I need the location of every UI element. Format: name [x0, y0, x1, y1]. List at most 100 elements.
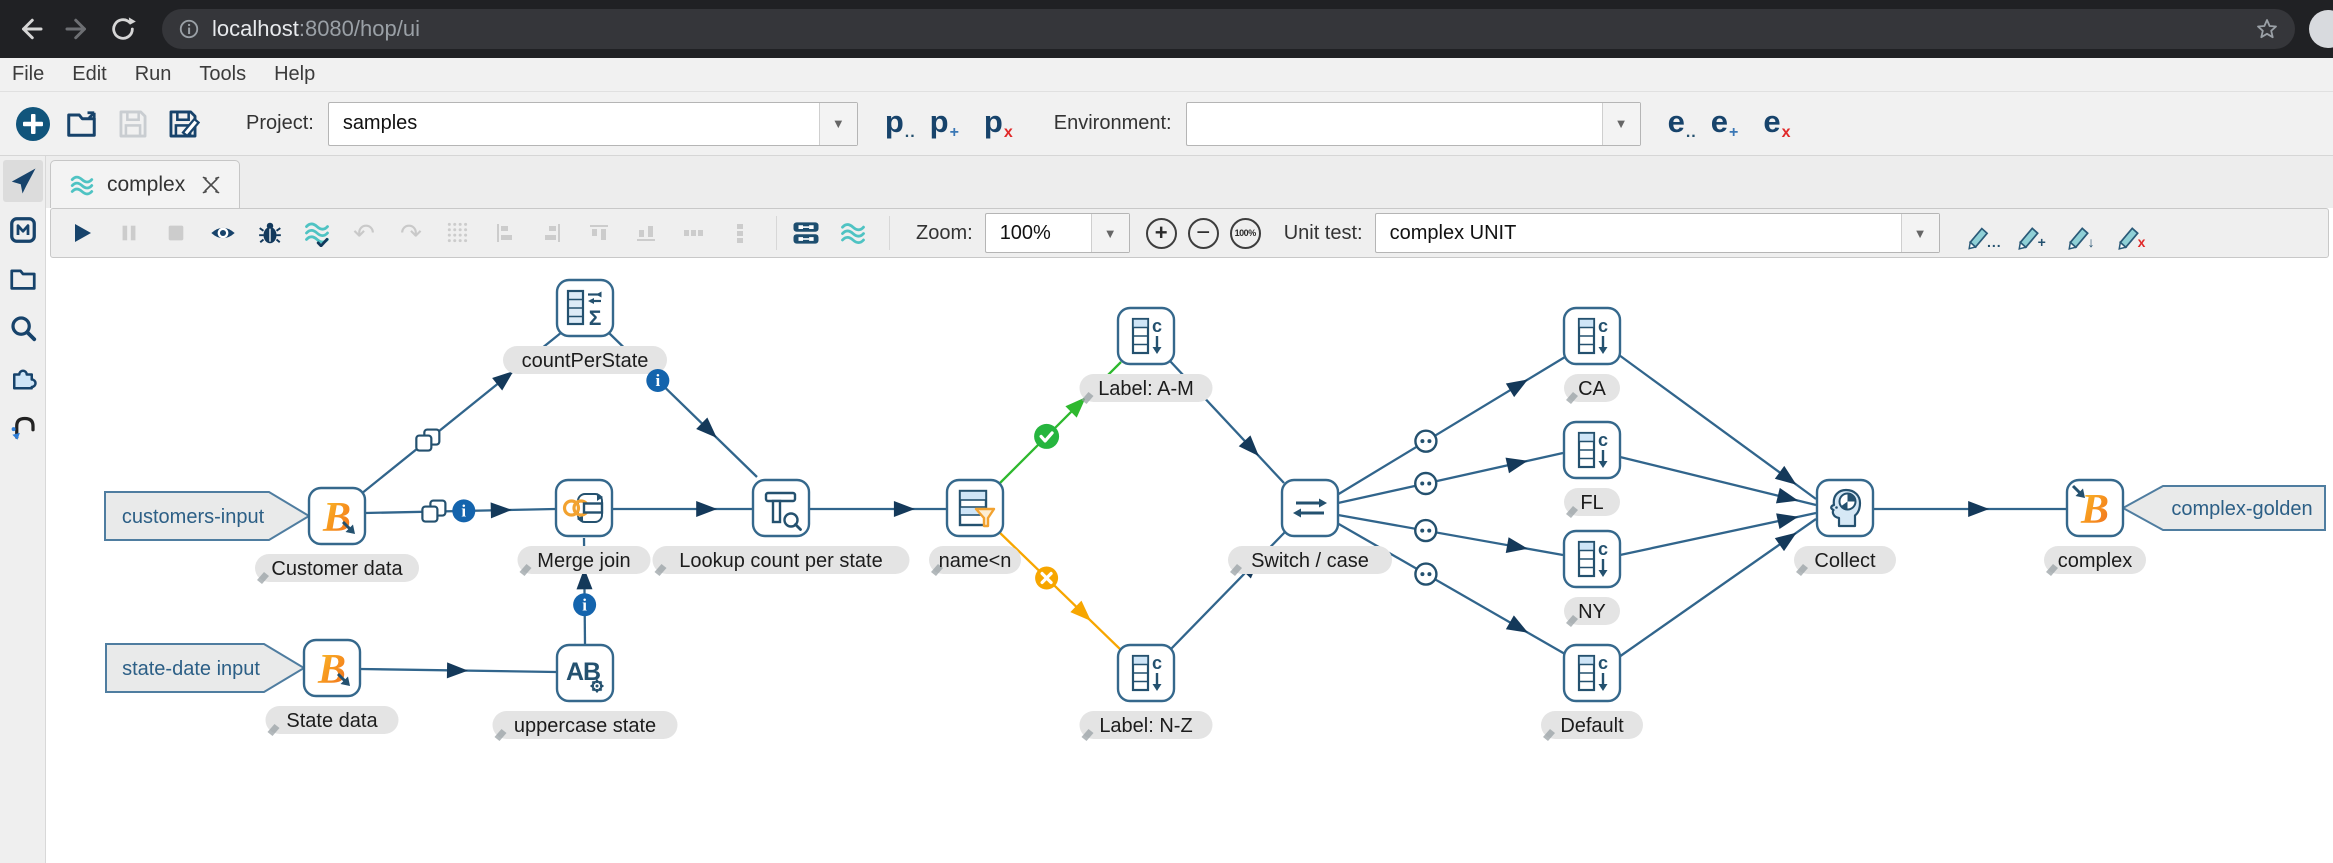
sidebar-file-explorer-perspective[interactable]	[3, 258, 43, 300]
transform-label-label-a-m[interactable]: Label: A-M	[1080, 374, 1213, 404]
project-edit-button[interactable]: p..	[885, 106, 916, 142]
edit-pipeline-button[interactable]	[838, 218, 868, 248]
copy-rows-badge[interactable]	[422, 501, 445, 522]
zoom-out-button[interactable]: −	[1188, 218, 1219, 249]
new-file-button[interactable]	[12, 103, 54, 145]
transform-label-label-n-z[interactable]: Label: N-Z	[1080, 711, 1213, 741]
pause-button[interactable]	[114, 218, 144, 248]
align-top-button[interactable]	[584, 218, 614, 248]
transform-label-ny[interactable]: NY	[1564, 597, 1620, 627]
transform-switch-case[interactable]	[1282, 480, 1338, 536]
show-execution-results-button[interactable]	[791, 218, 821, 248]
transform-complex[interactable]: B	[2067, 480, 2123, 536]
project-combo-dropdown-icon[interactable]: ▼	[819, 103, 857, 145]
transform-default[interactable]: c	[1564, 645, 1620, 701]
target-case-badge[interactable]	[1415, 473, 1436, 494]
distribute-horizontal-button[interactable]	[678, 218, 708, 248]
zoom-in-button[interactable]: +	[1146, 218, 1177, 249]
target-case-badge[interactable]	[1415, 564, 1436, 585]
environment-edit-button[interactable]: e..	[1668, 106, 1697, 142]
project-delete-button[interactable]: px	[984, 106, 1013, 142]
zoom-combo-value[interactable]: 100%	[986, 214, 1091, 252]
copy-rows-badge[interactable]	[416, 430, 439, 451]
unit-test-combo[interactable]: complex UNIT ▼	[1375, 213, 1940, 253]
unit-test-delete-button[interactable]: x	[2116, 216, 2152, 250]
transform-label-ca[interactable]: CA	[1564, 374, 1620, 404]
transform-label-lookup-count-per-state[interactable]: Lookup count per state	[653, 546, 910, 576]
environment-delete-button[interactable]: ex	[1763, 106, 1790, 142]
transform-count-per-state[interactable]: Σ	[557, 280, 613, 336]
sidebar-plugins-perspective[interactable]	[3, 356, 43, 398]
preview-button[interactable]	[208, 218, 238, 248]
transform-name-filter[interactable]	[947, 480, 1003, 536]
transform-label-uppercase-state[interactable]: uppercase state	[493, 711, 678, 741]
unit-test-edit-button[interactable]: ...	[1966, 216, 2002, 250]
environment-add-button[interactable]: e+	[1711, 106, 1739, 142]
transform-label-complex[interactable]: complex	[2044, 546, 2146, 576]
pipeline-graph[interactable]: customers-input state-date input complex…	[46, 258, 2333, 863]
align-right-button[interactable]	[537, 218, 567, 248]
transform-collect[interactable]	[1817, 480, 1873, 536]
menu-edit[interactable]: Edit	[72, 63, 106, 86]
sidebar-data-orchestration-perspective[interactable]	[3, 160, 43, 202]
target-case-badge[interactable]	[1415, 431, 1436, 452]
transform-label-count-per-state[interactable]: countPerState	[503, 346, 667, 374]
transform-label-fl[interactable]: FL	[1564, 488, 1620, 518]
stop-button[interactable]	[161, 218, 191, 248]
sidebar-metadata-perspective[interactable]	[3, 209, 43, 251]
address-bar[interactable]: localhost:8080/hop/ui	[162, 9, 2295, 49]
unit-test-combo-value[interactable]: complex UNIT	[1376, 214, 1901, 252]
open-file-button[interactable]	[62, 103, 104, 145]
project-add-button[interactable]: p+	[930, 106, 959, 142]
zoom-combo-dropdown-icon[interactable]: ▼	[1091, 214, 1129, 252]
redo-button[interactable]: ↷	[396, 218, 426, 248]
transform-label-switch-case[interactable]: Switch / case	[1228, 546, 1392, 576]
menu-run[interactable]: Run	[135, 63, 172, 86]
transform-label-state-data[interactable]: State data	[266, 706, 399, 736]
info-badge[interactable]: i	[452, 499, 475, 522]
zoom-100-button[interactable]: 100%	[1230, 218, 1261, 249]
environment-combo-dropdown-icon[interactable]: ▼	[1602, 103, 1640, 145]
unit-test-add-button[interactable]: +	[2016, 216, 2052, 250]
snap-to-grid-button[interactable]	[443, 218, 473, 248]
align-left-button[interactable]	[490, 218, 520, 248]
browser-profile-avatar[interactable]	[2309, 10, 2333, 48]
false-condition-badge[interactable]	[1035, 567, 1058, 590]
distribute-vertical-button[interactable]	[725, 218, 755, 248]
target-case-badge[interactable]	[1415, 520, 1436, 541]
transform-uppercase-state[interactable]: AB	[557, 645, 613, 701]
undo-button[interactable]: ↶	[349, 218, 379, 248]
save-as-button[interactable]	[162, 103, 204, 145]
transform-customer-data[interactable]: B	[309, 488, 365, 544]
browser-reload-button[interactable]	[106, 12, 140, 46]
zoom-combo[interactable]: 100% ▼	[985, 213, 1130, 253]
tab-complex[interactable]: complex	[50, 160, 240, 208]
run-button[interactable]	[67, 218, 97, 248]
info-badge[interactable]: i	[646, 369, 669, 392]
menu-file[interactable]: File	[12, 63, 44, 86]
project-combo-value[interactable]: samples	[329, 103, 819, 145]
true-condition-badge[interactable]	[1034, 424, 1059, 449]
unit-test-combo-dropdown-icon[interactable]: ▼	[1901, 214, 1939, 252]
transform-state-data[interactable]: B	[304, 640, 360, 696]
environment-combo-value[interactable]	[1187, 103, 1602, 145]
transform-label-merge-join[interactable]: Merge join	[518, 546, 651, 576]
environment-combo[interactable]: ▼	[1186, 102, 1641, 146]
info-badge[interactable]: i	[573, 593, 596, 616]
browser-forward-button[interactable]	[60, 12, 94, 46]
align-bottom-button[interactable]	[631, 218, 661, 248]
transform-merge-join[interactable]	[556, 480, 612, 536]
transform-label-default[interactable]: Default	[1541, 711, 1643, 741]
check-pipeline-button[interactable]	[302, 218, 332, 248]
bookmark-star-icon[interactable]	[2255, 17, 2279, 41]
tab-close-icon[interactable]	[201, 175, 221, 195]
pipeline-canvas[interactable]: customers-input state-date input complex…	[46, 258, 2333, 863]
project-combo[interactable]: samples ▼	[328, 102, 858, 146]
debug-button[interactable]	[255, 218, 285, 248]
site-info-icon[interactable]	[178, 18, 200, 40]
transform-ny[interactable]: c	[1564, 531, 1620, 587]
transform-label-name-filter[interactable]: name<n	[929, 546, 1021, 576]
menu-help[interactable]: Help	[274, 63, 315, 86]
transform-ca[interactable]: c	[1564, 308, 1620, 364]
transform-label-n-z[interactable]: c	[1118, 645, 1174, 701]
